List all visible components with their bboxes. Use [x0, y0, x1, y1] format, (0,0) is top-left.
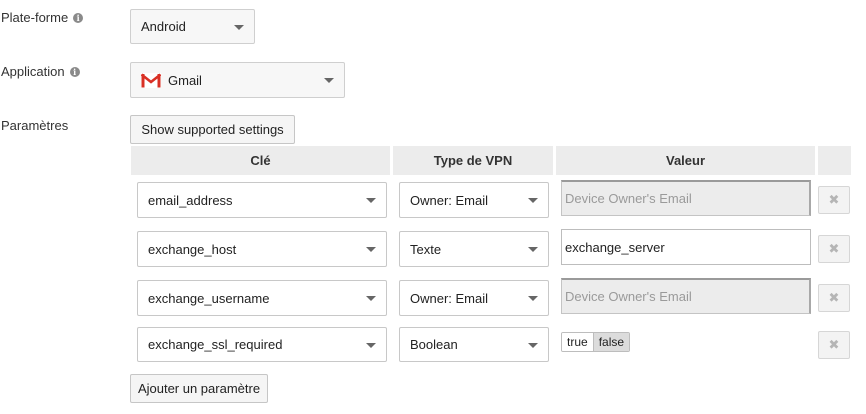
close-icon: ✖ [828, 290, 840, 305]
toggle-option-true[interactable]: true [562, 333, 594, 351]
chevron-down-icon [528, 296, 538, 301]
param-key-select[interactable]: exchange_ssl_required [137, 327, 387, 362]
application-label: Application i [1, 64, 80, 79]
column-header-type: Type de VPN [393, 146, 553, 175]
param-value-input: Device Owner's Email [561, 278, 811, 314]
param-type-select[interactable]: Owner: Email [399, 280, 549, 316]
application-select-value: Gmail [168, 72, 202, 88]
param-type-select[interactable]: Boolean [399, 327, 549, 362]
info-icon[interactable]: i [73, 12, 84, 23]
column-header-value: Valeur [556, 146, 815, 175]
show-supported-settings-button[interactable]: Show supported settings [130, 115, 295, 144]
chevron-down-icon [528, 198, 538, 203]
chevron-down-icon [366, 247, 376, 252]
platform-select[interactable]: Android [130, 9, 255, 44]
toggle-option-false[interactable]: false [593, 333, 630, 351]
chevron-down-icon [528, 247, 538, 252]
chevron-down-icon [324, 78, 334, 83]
remove-row-button[interactable]: ✖ [818, 186, 850, 214]
application-select[interactable]: Gmail [130, 62, 345, 98]
parameters-label: Paramètres [1, 118, 69, 133]
chevron-down-icon [366, 296, 376, 301]
platform-select-value: Android [141, 19, 186, 34]
chevron-down-icon [234, 24, 244, 30]
remove-row-button[interactable]: ✖ [818, 331, 850, 359]
close-icon: ✖ [828, 337, 840, 352]
platform-label: Plate-forme i [1, 10, 84, 25]
info-icon[interactable]: i [69, 66, 80, 77]
column-header-actions [818, 146, 851, 175]
close-icon: ✖ [828, 241, 840, 256]
param-value-input[interactable]: exchange_server [561, 229, 811, 265]
gmail-icon [141, 72, 161, 88]
boolean-toggle[interactable]: true false [561, 332, 631, 352]
close-icon: ✖ [828, 192, 840, 207]
param-key-select[interactable]: email_address [137, 182, 387, 218]
param-key-select[interactable]: exchange_host [137, 231, 387, 267]
column-header-key: Clé [131, 146, 390, 175]
param-type-select[interactable]: Owner: Email [399, 182, 549, 218]
chevron-down-icon [528, 342, 538, 348]
param-type-select[interactable]: Texte [399, 231, 549, 267]
add-parameter-button[interactable]: Ajouter un paramètre [130, 374, 268, 403]
param-key-select[interactable]: exchange_username [137, 280, 387, 316]
remove-row-button[interactable]: ✖ [818, 235, 850, 263]
chevron-down-icon [366, 342, 376, 348]
param-value-input: Device Owner's Email [561, 180, 811, 216]
chevron-down-icon [366, 198, 376, 203]
remove-row-button[interactable]: ✖ [818, 284, 850, 312]
